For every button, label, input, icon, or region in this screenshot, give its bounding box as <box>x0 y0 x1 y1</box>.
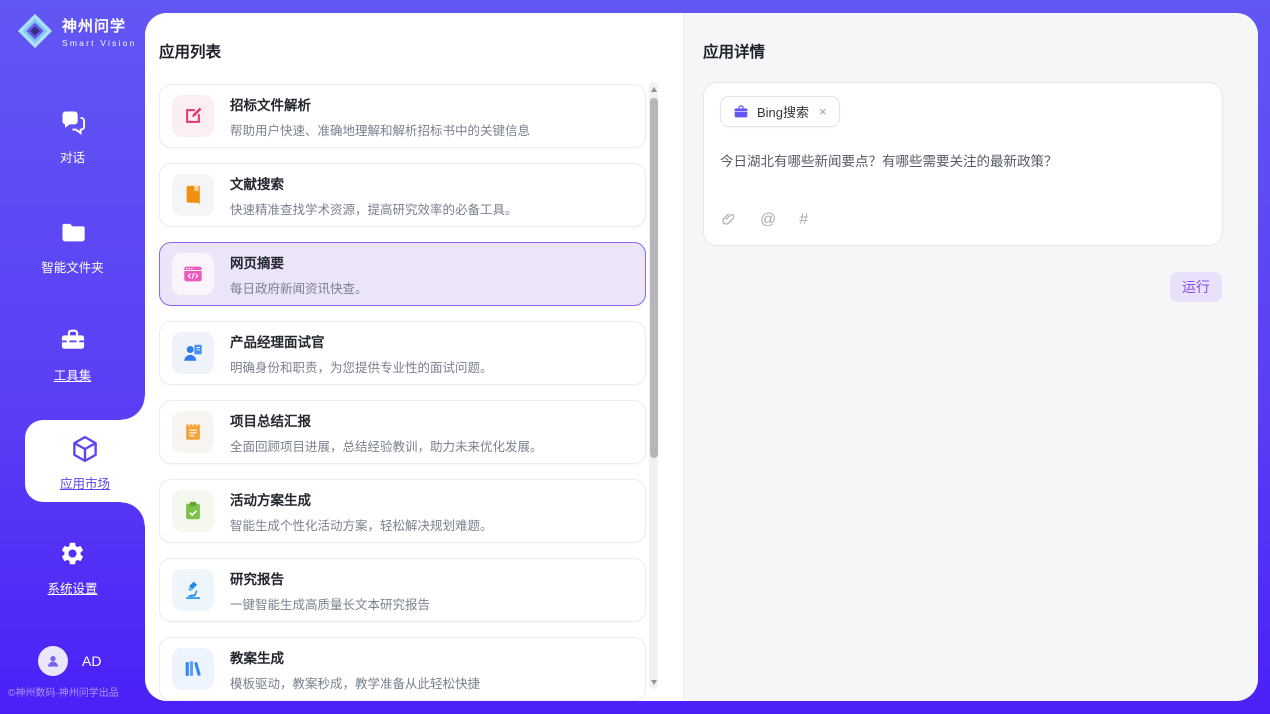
brand-name: 神州问学 <box>62 18 126 35</box>
briefcase-icon <box>733 104 749 120</box>
user-account[interactable]: AD <box>38 646 101 676</box>
book-icon <box>172 174 214 216</box>
edit-doc-icon <box>172 95 214 137</box>
sidebar-item-toolset[interactable]: 工具集 <box>0 326 145 384</box>
sidebar-item-label: 工具集 <box>0 365 145 384</box>
sidebar-item-smart-folder[interactable]: 智能文件夹 <box>0 218 145 276</box>
app-card-pm-interviewer[interactable]: 产品经理面试官 明确身份和职责，为您提供专业性的面试问题。 <box>159 321 646 385</box>
app-card-name: 网页摘要 <box>230 252 368 272</box>
interviewer-icon <box>172 332 214 374</box>
app-card-name: 招标文件解析 <box>230 94 530 114</box>
run-row: 运行 <box>1170 272 1222 302</box>
app-card-project-summary[interactable]: 项目总结汇报 全面回顾项目进展，总结经验教训，助力未来优化发展。 <box>159 400 646 464</box>
sidebar-item-label: 智能文件夹 <box>0 257 145 276</box>
scrollbar-thumb[interactable] <box>650 98 658 458</box>
app-card-desc: 快速精准查找学术资源，提高研究效率的必备工具。 <box>230 199 518 218</box>
app-card-name: 项目总结汇报 <box>230 410 543 430</box>
app-card-desc: 帮助用户快速、准确地理解和解析招标书中的关键信息 <box>230 120 530 139</box>
app-card-name: 活动方案生成 <box>230 489 493 509</box>
brand-logo: 神州问学 Smart Vision <box>16 12 136 50</box>
app-card-web-summary[interactable]: 网页摘要 每日政府新闻资讯快查。 <box>159 242 646 306</box>
diamond-logo-icon <box>16 12 54 50</box>
app-cards: 招标文件解析 帮助用户快速、准确地理解和解析招标书中的关键信息 文献搜索 快速精… <box>159 84 646 701</box>
scroll-down-arrow-icon[interactable] <box>649 676 658 688</box>
books-icon <box>172 648 214 690</box>
app-card-name: 研究报告 <box>230 568 430 588</box>
folder-icon <box>59 218 87 246</box>
sidebar-item-label: 对话 <box>0 147 145 166</box>
close-icon[interactable]: × <box>819 104 827 119</box>
at-icon[interactable]: @ <box>760 212 776 228</box>
app-list-panel: 应用列表 招标文件解析 帮助用户快速、准确地理解和解析招标书中的关键信息 <box>145 13 683 701</box>
app-card-desc: 每日政府新闻资讯快查。 <box>230 278 368 297</box>
app-card-desc: 智能生成个性化活动方案，轻松解决规划难题。 <box>230 515 493 534</box>
attach-toolbar: @ # <box>720 211 1206 228</box>
gear-icon <box>59 540 86 567</box>
scroll-up-arrow-icon[interactable] <box>649 83 658 95</box>
app-list-title: 应用列表 <box>159 40 221 62</box>
app-card-desc: 全面回顾项目进展，总结经验教训，助力未来优化发展。 <box>230 436 543 455</box>
notepad-icon <box>172 411 214 453</box>
app-card-desc: 模板驱动，教案秒成，教学准备从此轻松快捷 <box>230 673 480 692</box>
app-card-lesson-plan[interactable]: 教案生成 模板驱动，教案秒成，教学准备从此轻松快捷 <box>159 637 646 701</box>
cube-icon <box>70 434 100 464</box>
app-detail-title: 应用详情 <box>703 40 765 62</box>
toolbox-icon <box>59 326 87 354</box>
app-card-research-report[interactable]: 研究报告 一键智能生成高质量长文本研究报告 <box>159 558 646 622</box>
brand-subtitle: Smart Vision <box>62 38 136 48</box>
tool-tag-bing-search[interactable]: Bing搜索 × <box>720 96 840 127</box>
main-content: 应用列表 招标文件解析 帮助用户快速、准确地理解和解析招标书中的关键信息 <box>145 13 1258 701</box>
app-card-name: 教案生成 <box>230 647 480 667</box>
clipboard-check-icon <box>172 490 214 532</box>
hash-icon[interactable]: # <box>799 212 808 228</box>
tool-tag-label: Bing搜索 <box>757 102 809 121</box>
sidebar: 神州问学 Smart Vision 对话 智能文件夹 <box>0 0 145 714</box>
app-detail-panel: 应用详情 Bing搜索 × 今日湖北有哪些新闻要点？有哪些需要关注的最新政策？ <box>683 13 1258 701</box>
sidebar-item-app-market[interactable]: 应用市场 <box>25 420 145 502</box>
app-card-desc: 一键智能生成高质量长文本研究报告 <box>230 594 430 613</box>
app-card-desc: 明确身份和职责，为您提供专业性的面试问题。 <box>230 357 493 376</box>
list-scrollbar[interactable] <box>649 82 658 689</box>
sidebar-item-chat[interactable]: 对话 <box>0 108 145 166</box>
run-button[interactable]: 运行 <box>1170 272 1222 302</box>
prompt-text-input[interactable]: 今日湖北有哪些新闻要点？有哪些需要关注的最新政策？ <box>720 152 1206 211</box>
sidebar-item-label: 系统设置 <box>0 578 145 597</box>
app-card-literature-search[interactable]: 文献搜索 快速精准查找学术资源，提高研究效率的必备工具。 <box>159 163 646 227</box>
avatar <box>38 646 68 676</box>
sidebar-item-label: 应用市场 <box>25 473 145 492</box>
app-card-bid-doc-analysis[interactable]: 招标文件解析 帮助用户快速、准确地理解和解析招标书中的关键信息 <box>159 84 646 148</box>
app-card-name: 文献搜索 <box>230 173 518 193</box>
app-card-event-plan[interactable]: 活动方案生成 智能生成个性化活动方案，轻松解决规划难题。 <box>159 479 646 543</box>
microscope-icon <box>172 569 214 611</box>
chat-icon <box>59 108 87 136</box>
prompt-card: Bing搜索 × 今日湖北有哪些新闻要点？有哪些需要关注的最新政策？ @ # <box>703 82 1223 246</box>
paperclip-icon[interactable] <box>720 211 737 228</box>
sidebar-item-settings[interactable]: 系统设置 <box>0 540 145 597</box>
user-initials: AD <box>82 653 101 669</box>
app-card-name: 产品经理面试官 <box>230 331 493 351</box>
browser-code-icon <box>172 253 214 295</box>
